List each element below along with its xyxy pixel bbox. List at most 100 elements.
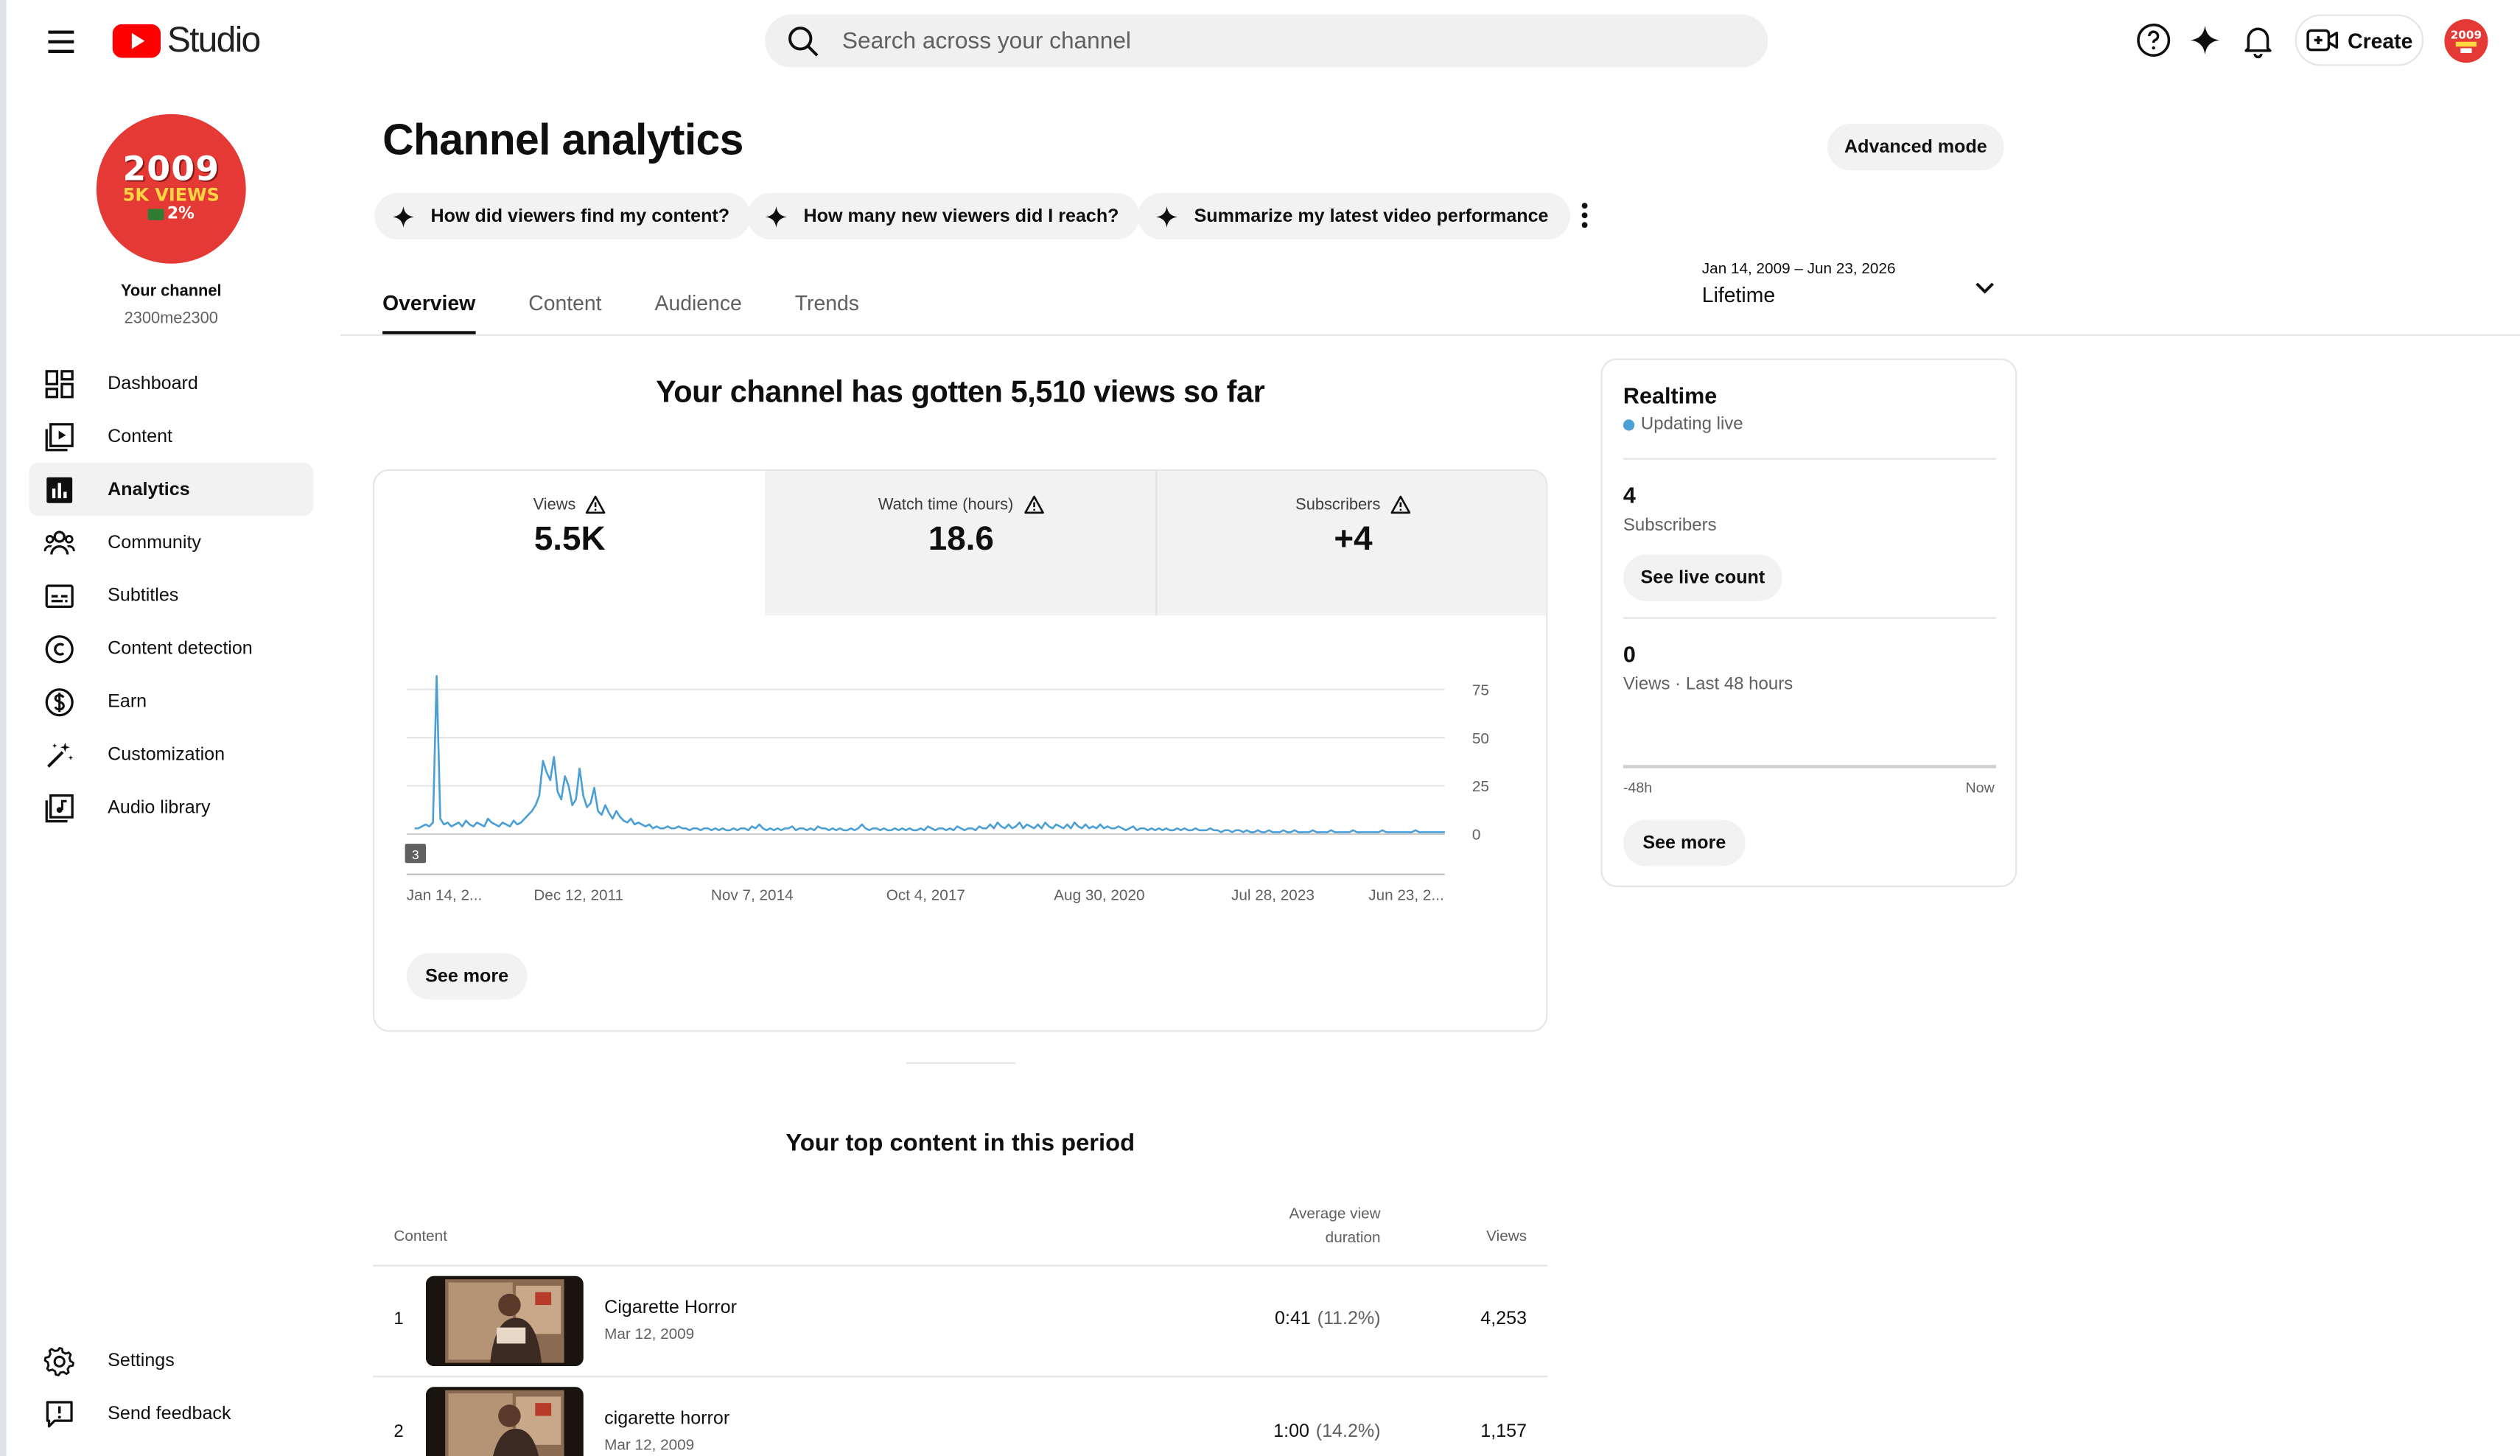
tab-audience[interactable]: Audience — [655, 273, 742, 335]
analytics-icon — [46, 476, 73, 503]
row-rank: 1 — [393, 1309, 404, 1329]
sidebar-item-earn[interactable]: Earn — [29, 675, 313, 728]
video-thumbnail[interactable] — [425, 1275, 584, 1366]
x-tick-label: Jun 23, 2... — [1368, 886, 1444, 903]
x-tick-label: Jul 28, 2023 — [1231, 886, 1315, 903]
realtime-views-label: Views · Last 48 hours — [1623, 675, 1793, 695]
sidebar-item-subtitles[interactable]: Subtitles — [29, 569, 313, 622]
avd-pct: (14.2%) — [1315, 1422, 1381, 1442]
warning-icon — [1023, 495, 1043, 514]
x-tick-label: Aug 30, 2020 — [1054, 886, 1144, 903]
sidebar-item-label: Settings — [108, 1351, 175, 1371]
flag-icon — [147, 208, 164, 220]
table-row[interactable]: 1 Cigarette Horror Mar 12, 2009 0:41 (11.… — [373, 1267, 1547, 1376]
video-thumbnail[interactable] — [425, 1387, 584, 1456]
subtitles-icon — [45, 584, 74, 607]
sidebar-item-community[interactable]: Community — [29, 516, 313, 569]
create-label: Create — [2348, 28, 2413, 52]
publish-marker-label: 3 — [412, 847, 419, 862]
community-icon — [43, 530, 75, 554]
y-tick-label: 0 — [1472, 827, 1481, 844]
ask-chip-new-viewers[interactable]: How many new viewers did I reach? — [747, 192, 1140, 239]
magic-wand-icon — [47, 741, 74, 767]
more-options-icon[interactable] — [1572, 196, 1597, 234]
youtube-studio-logo[interactable]: Studio — [112, 19, 261, 61]
avatar-year: 2009 — [122, 149, 220, 189]
sidebar-item-content[interactable]: Content — [29, 410, 313, 463]
realtime-see-more-button[interactable]: See more — [1623, 819, 1746, 867]
metric-tab-watch-time[interactable]: Watch time (hours) 18.6 — [765, 471, 1158, 616]
realtime-axis-end: Now — [1965, 779, 1995, 796]
ask-chip-summarize[interactable]: Summarize my latest video performance — [1138, 192, 1569, 239]
video-title[interactable]: Cigarette Horror — [604, 1298, 737, 1317]
content-icon — [45, 422, 74, 451]
chart-see-more-button[interactable]: See more — [406, 953, 528, 1000]
ask-chip-find-content[interactable]: How did viewers find my content? — [374, 192, 751, 239]
sidebar-item-settings[interactable]: Settings — [29, 1334, 313, 1387]
sidebar-item-dashboard[interactable]: Dashboard — [29, 357, 313, 410]
views-headline: Your channel has gotten 5,510 views so f… — [656, 376, 1265, 410]
realtime-divider — [1623, 617, 1996, 619]
avg-view-duration: 1:00 (14.2%) — [1273, 1422, 1380, 1441]
avatar-thumbnail-icon: 2009 — [2444, 19, 2488, 63]
sidebar-item-label: Content — [108, 427, 172, 447]
account-avatar[interactable]: 2009 — [2444, 19, 2488, 63]
notifications-bell-icon[interactable] — [2239, 21, 2277, 59]
sidebar-item-label: Audio library — [108, 797, 211, 818]
metric-tab-subscribers[interactable]: Subscribers +4 — [1157, 471, 1547, 616]
channel-avatar[interactable]: 2009 5K VIEWS 2% — [96, 113, 246, 264]
x-tick-label: Jan 14, 2... — [407, 886, 483, 903]
sidebar: 2009 5K VIEWS 2% Your channel 2300me2300… — [7, 80, 336, 1456]
sidebar-item-customization[interactable]: Customization — [29, 728, 313, 781]
video-thumbnail-image-icon — [425, 1275, 584, 1366]
studio-screen: Studio Create — [0, 0, 2520, 1456]
views-line-chart[interactable]: 0 25 50 75 3 Jan 14, 2... Dec 12, 2011 Nov 7, 2… — [374, 615, 1547, 937]
metric-value: 5.5K — [533, 520, 606, 558]
audio-library-icon — [45, 793, 74, 822]
avd-value: 1:00 — [1273, 1422, 1309, 1442]
sparkle-icon — [1155, 205, 1178, 227]
sidebar-nav: Dashboard Content Analytics Community Su… — [29, 357, 314, 834]
hamburger-menu-icon[interactable] — [42, 23, 80, 61]
tab-trends[interactable]: Trends — [795, 273, 859, 335]
chip-label: How did viewers find my content? — [430, 206, 730, 226]
col-header-avd: Average view duration — [1289, 1205, 1381, 1247]
sidebar-item-label: Send feedback — [108, 1404, 231, 1424]
tab-overview[interactable]: Overview — [382, 273, 476, 335]
realtime-views-value: 0 — [1623, 641, 1636, 668]
avg-view-duration: 0:41 (11.2%) — [1275, 1310, 1381, 1329]
video-title[interactable]: cigarette horror — [604, 1410, 729, 1429]
sparkle-icon[interactable] — [2185, 21, 2224, 59]
sidebar-item-label: Customization — [108, 744, 225, 765]
analytics-tabs: Overview Content Audience Trends — [382, 273, 912, 337]
realtime-axis-start: -48h — [1623, 779, 1653, 796]
advanced-mode-button[interactable]: Advanced mode — [1827, 123, 2004, 171]
realtime-status: Updating live — [1623, 415, 1743, 434]
sidebar-item-label: Community — [108, 533, 201, 553]
table-row[interactable]: 2 cigarette horror Mar 12, 2009 1:00 (14.… — [373, 1377, 1547, 1456]
sidebar-item-content-detection[interactable]: Content detection — [29, 622, 313, 675]
sidebar-item-send-feedback[interactable]: Send feedback — [29, 1387, 313, 1440]
metric-tab-views[interactable]: Views 5.5K — [374, 471, 765, 615]
help-icon[interactable] — [2135, 21, 2173, 59]
sidebar-item-audio-library[interactable]: Audio library — [29, 781, 313, 834]
video-date: Mar 12, 2009 — [604, 1326, 695, 1344]
sidebar-item-label: Subtitles — [108, 586, 179, 606]
warning-icon — [1390, 495, 1410, 514]
search-input[interactable] — [841, 28, 1710, 55]
tabs-divider — [340, 334, 2520, 336]
x-tick-label: Dec 12, 2011 — [533, 886, 623, 903]
create-button[interactable]: Create — [2295, 14, 2424, 66]
see-live-count-button[interactable]: See live count — [1623, 554, 1782, 601]
section-divider — [906, 1062, 1016, 1064]
date-range-picker[interactable]: Jan 14, 2009 – Jun 23, 2026 Lifetime — [1702, 260, 2007, 318]
sidebar-item-label: Dashboard — [108, 374, 198, 393]
realtime-subscribers-label: Subscribers — [1623, 516, 1717, 536]
overview-chart-card: Views 5.5K Watch time (hours) 18.6 Subsc… — [373, 469, 1548, 1032]
channel-handle: 2300me2300 — [124, 309, 218, 328]
top-content-header: Content Average view duration Views — [373, 1202, 1547, 1266]
sidebar-item-analytics[interactable]: Analytics — [29, 463, 314, 517]
date-range-dates: Jan 14, 2009 – Jun 23, 2026 — [1701, 260, 1896, 279]
tab-content[interactable]: Content — [528, 273, 601, 335]
search-bar[interactable] — [765, 14, 1768, 68]
